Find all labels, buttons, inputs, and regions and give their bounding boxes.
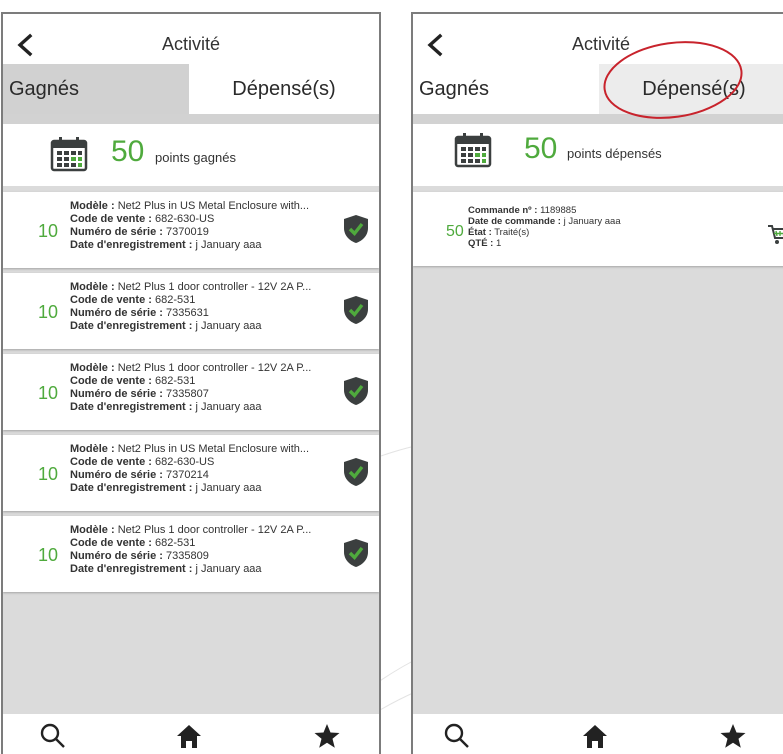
list-item[interactable]: 10 Modèle : Net2 Plus 1 door controller … [3,354,379,430]
tab-divider [413,114,783,124]
list-item[interactable]: 10 Modèle : Net2 Plus 1 door controller … [3,516,379,592]
earned-list: 10 Modèle : Net2 Plus in US Metal Enclos… [3,192,379,597]
item-details: Modèle : Net2 Plus 1 door controller - 1… [70,281,312,332]
item-details: Modèle : Net2 Plus 1 door controller - 1… [70,362,312,413]
search-icon[interactable] [443,722,471,750]
points-label: points gagnés [155,150,236,165]
star-icon[interactable] [719,722,747,750]
verified-shield-icon [344,458,368,486]
points-summary: 50 points gagnés [3,124,379,186]
item-points: 10 [38,221,59,241]
calendar-icon [50,137,88,172]
tab-bar: Gagnés Dépensé(s) [3,64,379,114]
item-points: 10 [38,383,59,403]
page-title: Activité [571,34,631,54]
order-points: 50 [446,223,464,240]
tab-bar: Gagnés Dépensé(s) [413,64,783,114]
cart-icon [768,225,783,244]
header: Activité [3,14,379,64]
star-icon[interactable] [313,722,341,750]
tab-spent[interactable]: Dépensé(s) [599,64,783,114]
phone-screen-earned: Activité Gagnés Dépensé(s) 50 points gag… [1,12,381,754]
list-item[interactable]: 10 Modèle : Net2 Plus 1 door controller … [3,273,379,349]
order-item[interactable]: 50 Commande nº : 1189885 Date de command… [413,192,783,266]
tab-spent[interactable]: Dépensé(s) [189,64,379,114]
list-item[interactable]: 10 Modèle : Net2 Plus in US Metal Enclos… [3,192,379,268]
verified-shield-icon [344,215,368,243]
page-title: Activité [161,34,221,54]
points-summary: 50 points dépensés [413,124,783,186]
points-label: points dépensés [567,146,662,161]
list-item[interactable]: 10 Modèle : Net2 Plus in US Metal Enclos… [3,435,379,511]
home-icon[interactable] [581,722,609,750]
verified-shield-icon [344,296,368,324]
item-points: 10 [38,464,59,484]
bottom-nav [3,714,379,754]
home-icon[interactable] [175,722,203,750]
points-total: 50 [111,135,145,168]
verified-shield-icon [344,539,368,567]
item-details: Modèle : Net2 Plus 1 door controller - 1… [70,524,312,575]
item-details: Modèle : Net2 Plus in US Metal Enclosure… [70,200,310,251]
header: Activité [413,14,783,64]
tab-divider [3,114,379,124]
verified-shield-icon [344,377,368,405]
order-details: Commande nº : 1189885 Date de commande :… [468,205,621,249]
phone-screen-spent: Activité Gagnés Dépensé(s) 50 points dép… [411,12,783,754]
calendar-icon [454,133,492,168]
points-total: 50 [524,132,558,165]
item-details: Modèle : Net2 Plus in US Metal Enclosure… [70,443,310,494]
bottom-nav [413,714,783,754]
search-icon[interactable] [39,722,67,750]
tab-earned[interactable]: Gagnés [3,64,189,114]
item-points: 10 [38,545,59,565]
item-points: 10 [38,302,59,322]
tab-earned[interactable]: Gagnés [413,64,599,114]
